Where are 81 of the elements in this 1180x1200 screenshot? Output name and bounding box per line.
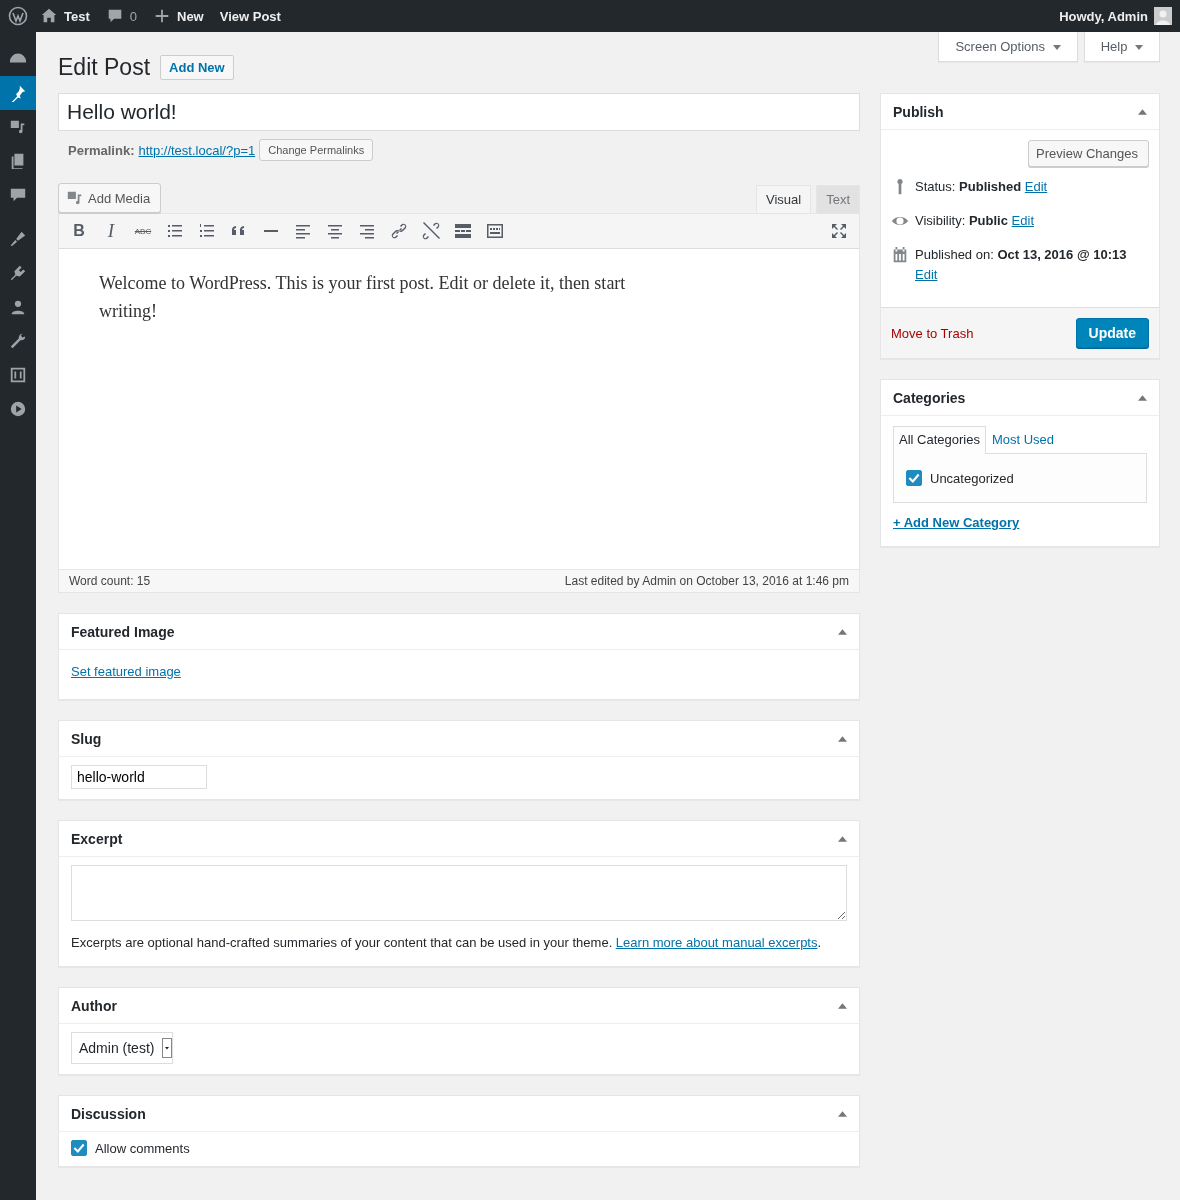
link-icon[interactable] <box>389 221 409 241</box>
excerpt-field[interactable] <box>71 865 847 921</box>
panel-title: Discussion <box>71 1105 146 1122</box>
add-media-button[interactable]: Add Media <box>58 183 162 213</box>
preview-changes-button[interactable]: Preview Changes <box>1028 140 1149 167</box>
caret-icon <box>1135 45 1143 51</box>
panel-title: Categories <box>893 389 966 406</box>
collapse-icon[interactable] <box>838 1110 847 1117</box>
collapse-icon[interactable] <box>838 628 847 635</box>
change-permalinks-button[interactable]: Change Permalinks <box>259 139 374 161</box>
collapse-icon[interactable] <box>838 1002 847 1009</box>
publish-info: Published on: Oct 13, 2016 @ 10:13 Edit <box>915 246 1128 284</box>
format-button[interactable]: B <box>69 222 89 240</box>
new-link[interactable]: New <box>153 7 204 25</box>
collapse-icon[interactable] <box>1138 108 1147 115</box>
slug-field[interactable]: hello-world <box>71 765 207 789</box>
add-new-button[interactable]: Add New <box>160 55 234 80</box>
author-dropdown[interactable]: Admin (test) <box>71 1032 174 1064</box>
fullscreen-icon[interactable] <box>829 221 849 241</box>
view-post-link[interactable]: View Post <box>219 8 281 24</box>
logo-icon[interactable] <box>8 6 28 26</box>
unlink-icon[interactable] <box>421 221 441 241</box>
panel-title: Publish <box>893 103 944 120</box>
calendar-icon <box>891 246 909 264</box>
read-more-icon[interactable] <box>453 221 473 241</box>
plus-icon <box>153 7 171 25</box>
greeting[interactable]: Howdy, Admin <box>1059 8 1148 24</box>
comment-count: 0 <box>129 8 137 24</box>
editor-tab[interactable]: Text <box>816 185 860 213</box>
editor-tab[interactable]: Visual <box>755 185 812 213</box>
title-field[interactable]: Hello world! <box>58 93 860 131</box>
permalink-link[interactable]: http://test.local/?p=1 <box>138 142 256 158</box>
edit-link[interactable]: Edit <box>1011 213 1034 228</box>
plug-icon <box>9 264 27 282</box>
paintbrush-icon <box>9 230 27 248</box>
publish-info: Visibility: Public Edit <box>915 212 1034 230</box>
media-icon <box>66 189 84 207</box>
add-new-category-link[interactable]: + Add New Category <box>893 515 1020 530</box>
excerpt-help-text: Excerpts are optional hand-crafted summaries of your content that can be used in your theme. Learn more about manual excerpts. <box>71 934 823 952</box>
page-title: Edit Post <box>58 54 151 81</box>
caret-icon <box>1052 45 1061 51</box>
option-label: Allow comments <box>95 1140 190 1156</box>
site-name: Test <box>64 8 90 24</box>
format-button[interactable]: ABC <box>133 226 153 236</box>
play-icon <box>9 400 27 418</box>
menu-item[interactable] <box>0 76 36 110</box>
update-button[interactable]: Update <box>1075 318 1149 348</box>
checkbox[interactable] <box>906 470 922 486</box>
category-tab[interactable]: Most Used <box>985 426 1061 453</box>
permalink-label: Permalink: <box>68 142 135 158</box>
collapse-icon[interactable] <box>1138 394 1147 401</box>
site-name-link[interactable]: Test <box>40 7 90 25</box>
home-icon <box>40 7 58 25</box>
format-button[interactable]: I <box>101 220 121 242</box>
media-icon <box>9 118 27 136</box>
set-featured-image-link[interactable]: Set featured image <box>71 664 181 679</box>
person-icon <box>9 298 27 316</box>
panel-title: Featured Image <box>71 623 175 640</box>
move-to-trash-link[interactable]: Move to Trash <box>891 325 974 341</box>
panel-title: Slug <box>71 730 102 747</box>
edit-link[interactable]: Edit <box>915 267 938 282</box>
collapse-icon[interactable] <box>838 835 847 842</box>
last-edited: Last edited by Admin on October 13, 2016 at 1:46 pm <box>564 574 849 588</box>
panel-title: Author <box>71 997 117 1014</box>
publish-info: Status: Published Edit <box>915 178 1048 196</box>
category-label: Uncategorized <box>930 470 1014 486</box>
screen-meta-tab[interactable]: Screen Options <box>938 32 1078 62</box>
edit-link[interactable]: Edit <box>1024 179 1048 194</box>
collapse-icon[interactable] <box>838 735 847 742</box>
panel-title: Excerpt <box>71 830 123 847</box>
sliders-icon <box>9 366 27 384</box>
screen-meta-tab[interactable]: Help <box>1083 32 1160 62</box>
post-content[interactable]: Welcome to WordPress. This is your first post. Edit or delete it, then start writing! <box>99 269 659 325</box>
pushpin-icon <box>9 84 27 102</box>
new-label: New <box>177 8 204 24</box>
wrench-icon <box>9 332 27 350</box>
word-count: Word count: 15 <box>69 574 151 588</box>
toolbar-toggle-icon[interactable] <box>485 221 505 241</box>
category-tab[interactable]: All Categories <box>893 426 986 454</box>
comments-link[interactable]: 0 <box>105 7 137 25</box>
checkbox[interactable] <box>71 1140 87 1156</box>
